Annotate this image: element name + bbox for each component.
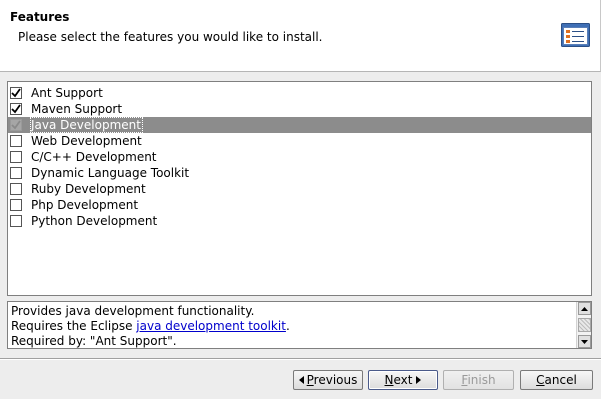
feature-label: Ant Support bbox=[31, 86, 103, 100]
feature-list-icon bbox=[561, 23, 590, 47]
feature-checkbox[interactable] bbox=[10, 103, 22, 115]
cancel-button[interactable]: Cancel bbox=[520, 370, 593, 390]
feature-item[interactable]: Ant Support bbox=[8, 85, 591, 101]
feature-checkbox bbox=[10, 119, 22, 131]
feature-item[interactable]: C/C++ Development bbox=[8, 149, 591, 165]
page-title: Features bbox=[10, 10, 70, 24]
feature-label: Python Development bbox=[31, 214, 158, 228]
scroll-down-arrow-icon[interactable] bbox=[578, 335, 591, 348]
feature-list[interactable]: Ant Support Maven Support Java Development… bbox=[7, 81, 592, 296]
button-bar-separator bbox=[0, 358, 601, 360]
feature-item[interactable]: Java Development bbox=[8, 117, 591, 133]
feature-item[interactable]: Python Development bbox=[8, 213, 591, 229]
feature-label: Php Development bbox=[31, 198, 139, 212]
previous-button[interactable]: Previous bbox=[293, 370, 363, 390]
feature-checkbox[interactable] bbox=[10, 87, 22, 99]
description-scrollbar[interactable] bbox=[576, 302, 591, 348]
right-arrow-icon bbox=[416, 376, 422, 384]
feature-label: C/C++ Development bbox=[31, 150, 157, 164]
feature-description: Provides java development functionality.… bbox=[7, 301, 592, 349]
feature-checkbox[interactable] bbox=[10, 135, 22, 147]
feature-item[interactable]: Php Development bbox=[8, 197, 591, 213]
jdt-link[interactable]: java development toolkit bbox=[136, 319, 286, 333]
description-line-3: Required by: "Ant Support". bbox=[11, 334, 177, 348]
feature-label: Ruby Development bbox=[31, 182, 146, 196]
description-line-1: Provides java development functionality. bbox=[11, 304, 255, 318]
scroll-up-arrow-icon[interactable] bbox=[578, 302, 591, 315]
scroll-thumb[interactable] bbox=[578, 318, 591, 332]
feature-label: Dynamic Language Toolkit bbox=[31, 166, 190, 180]
feature-label: Java Development bbox=[30, 117, 143, 133]
page-subtitle: Please select the features you would lik… bbox=[18, 30, 323, 44]
next-button[interactable]: Next bbox=[368, 370, 438, 390]
wizard-header: Features Please select the features you … bbox=[0, 0, 601, 72]
feature-item[interactable]: Ruby Development bbox=[8, 181, 591, 197]
feature-checkbox[interactable] bbox=[10, 167, 22, 179]
feature-item[interactable]: Dynamic Language Toolkit bbox=[8, 165, 591, 181]
feature-checkbox[interactable] bbox=[10, 151, 22, 163]
feature-label: Maven Support bbox=[31, 102, 123, 116]
feature-checkbox[interactable] bbox=[10, 215, 22, 227]
feature-label: Web Development bbox=[31, 134, 142, 148]
feature-checkbox[interactable] bbox=[10, 199, 22, 211]
feature-checkbox[interactable] bbox=[10, 183, 22, 195]
feature-item[interactable]: Web Development bbox=[8, 133, 591, 149]
left-arrow-icon bbox=[298, 376, 304, 384]
description-line-2: Requires the Eclipse java development to… bbox=[11, 319, 290, 333]
finish-button[interactable]: Finish bbox=[443, 370, 514, 390]
feature-item[interactable]: Maven Support bbox=[8, 101, 591, 117]
